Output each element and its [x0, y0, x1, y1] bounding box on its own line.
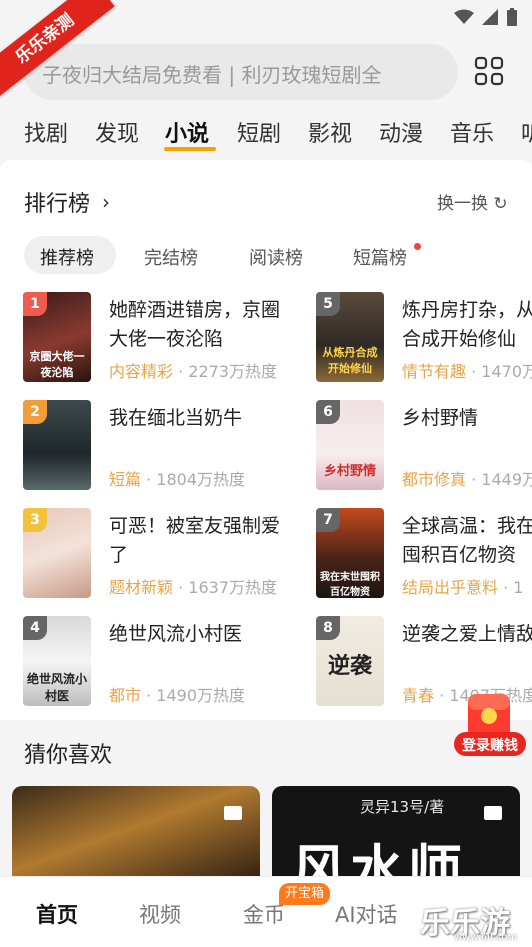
cover-title: 逆袭 — [327, 654, 372, 679]
subtab-reading[interactable]: 阅读榜 — [249, 244, 303, 270]
tab-discover[interactable]: 发现 — [95, 116, 139, 148]
nav-home[interactable]: 首页 — [36, 899, 78, 929]
book-cover: 4 绝世风流小村医 — [23, 616, 91, 706]
rank-badge: 5 — [316, 292, 340, 316]
search-input[interactable]: 子夜归大结局免费看 | 利刃玫瑰短剧全 — [24, 44, 458, 100]
book-heat: 1 — [513, 578, 524, 597]
ranking-title[interactable]: 排行榜 — [24, 186, 90, 218]
book-cover: 7 我在末世囤积百亿物资 — [316, 508, 384, 598]
bookmark-icon — [224, 806, 242, 820]
book-title: 我在缅北当奶牛 — [109, 407, 243, 429]
book-heat: 1637万热度 — [188, 578, 278, 597]
rank-badge: 1 — [23, 292, 47, 316]
category-tabs: 找剧 发现 小说 短剧 影视 动漫 音乐 听 — [0, 110, 532, 160]
tab-listen[interactable]: 听 — [521, 116, 532, 148]
rank-badge: 2 — [23, 400, 47, 424]
treasure-badge: 开宝箱 — [279, 883, 331, 905]
tab-music[interactable]: 音乐 — [450, 116, 494, 148]
cover-title: 我在末世囤积百亿物资 — [320, 572, 380, 598]
guess-title: 猜你喜欢 — [24, 743, 113, 768]
cover-title: 乡村野情 — [323, 464, 376, 479]
book-cover: 3 — [23, 508, 91, 598]
login-earn-label: 登录赚钱 — [461, 737, 518, 754]
book-tag: 青春 — [402, 686, 435, 705]
book-heat: 1449万 — [481, 470, 532, 489]
book-cover: 2 — [23, 400, 91, 490]
book-title: 可恶！被室友强制爱 — [109, 515, 281, 537]
subtab-completed[interactable]: 完结榜 — [144, 244, 198, 270]
book-title: 乡村野情 — [402, 407, 479, 429]
tab-film[interactable]: 影视 — [308, 116, 352, 148]
new-dot — [414, 243, 421, 250]
nav-video[interactable]: 视频 — [139, 899, 181, 929]
search-placeholder: 子夜归大结局免费看 | 利刃玫瑰短剧全 — [42, 63, 382, 87]
cover-title: 绝世风流小村医 — [26, 672, 87, 703]
book-heat: 1804万热度 — [156, 470, 246, 489]
book-tag: 短篇 — [109, 470, 142, 489]
book-cover: 6 乡村野情 — [316, 400, 384, 490]
book-title: 炼丹房打杂，从 — [402, 299, 532, 321]
book-tag: 都市 — [109, 686, 142, 705]
book-cover: 1 京圈大佬一夜沦陷 — [23, 292, 91, 382]
rank-badge: 4 — [23, 616, 47, 640]
book-title: 逆袭之爱上情敌 — [402, 623, 532, 645]
bookmark-icon — [484, 806, 502, 820]
rank-badge: 3 — [23, 508, 47, 532]
tab-anime[interactable]: 动漫 — [379, 116, 423, 148]
card-author: 灵异13号/著 — [360, 798, 445, 816]
book-heat: 1470万 — [481, 362, 532, 381]
book-title-line2: 了 — [109, 544, 129, 566]
book-title-line2: 囤积百亿物资 — [402, 544, 517, 566]
book-tag: 结局出乎意料 — [402, 578, 499, 597]
rank-badge: 7 — [316, 508, 340, 532]
rank-badge: 6 — [316, 400, 340, 424]
watermark-url: www.6ll.com — [454, 932, 518, 943]
wifi-icon — [454, 9, 474, 24]
subtab-short[interactable]: 短篇榜 — [353, 244, 407, 270]
rank-badge: 8 — [316, 616, 340, 640]
recommend-card[interactable]: 灵异13号/著 风水师 — [272, 786, 520, 886]
refresh-icon: ↻ — [493, 194, 508, 214]
refresh-button[interactable]: 换一换 ↻ — [437, 189, 508, 214]
book-tag: 题材新颖 — [109, 578, 174, 597]
active-tab-indicator — [164, 147, 216, 151]
chevron-right-icon[interactable]: › — [102, 190, 110, 214]
cover-title: 从炼丹合成开始修仙 — [322, 346, 378, 375]
book-title: 她醉酒进错房，京圈 — [109, 299, 281, 321]
book-heat: 1490万热度 — [156, 686, 246, 705]
signal-icon — [482, 9, 498, 25]
tab-find-drama[interactable]: 找剧 — [24, 116, 68, 148]
cover-title: 京圈大佬一夜沦陷 — [29, 350, 85, 379]
tab-short-drama[interactable]: 短剧 — [237, 116, 281, 148]
tab-novel[interactable]: 小说 — [165, 116, 209, 148]
book-title: 全球高温：我在 — [402, 515, 532, 537]
book-title-line2: 合成开始修仙 — [402, 328, 517, 350]
nav-ai-chat[interactable]: AI对话 — [335, 899, 398, 929]
battery-icon — [507, 8, 517, 26]
login-earn-button[interactable]: 登录赚钱 — [452, 692, 528, 760]
book-tag: 都市修真 — [402, 470, 467, 489]
book-cover: 5 从炼丹合成开始修仙 — [316, 292, 384, 382]
book-title-line2: 大佬一夜沦陷 — [109, 328, 224, 350]
book-tag: 内容精彩 — [109, 362, 174, 381]
subtab-recommend[interactable]: 推荐榜 — [40, 244, 94, 270]
book-tag: 情节有趣 — [402, 362, 467, 381]
grid-menu-icon[interactable] — [474, 56, 504, 86]
book-heat: 2273万热度 — [188, 362, 278, 381]
recommend-card[interactable] — [12, 786, 260, 886]
book-cover: 8 逆袭 — [316, 616, 384, 706]
book-title: 绝世风流小村医 — [109, 623, 243, 645]
